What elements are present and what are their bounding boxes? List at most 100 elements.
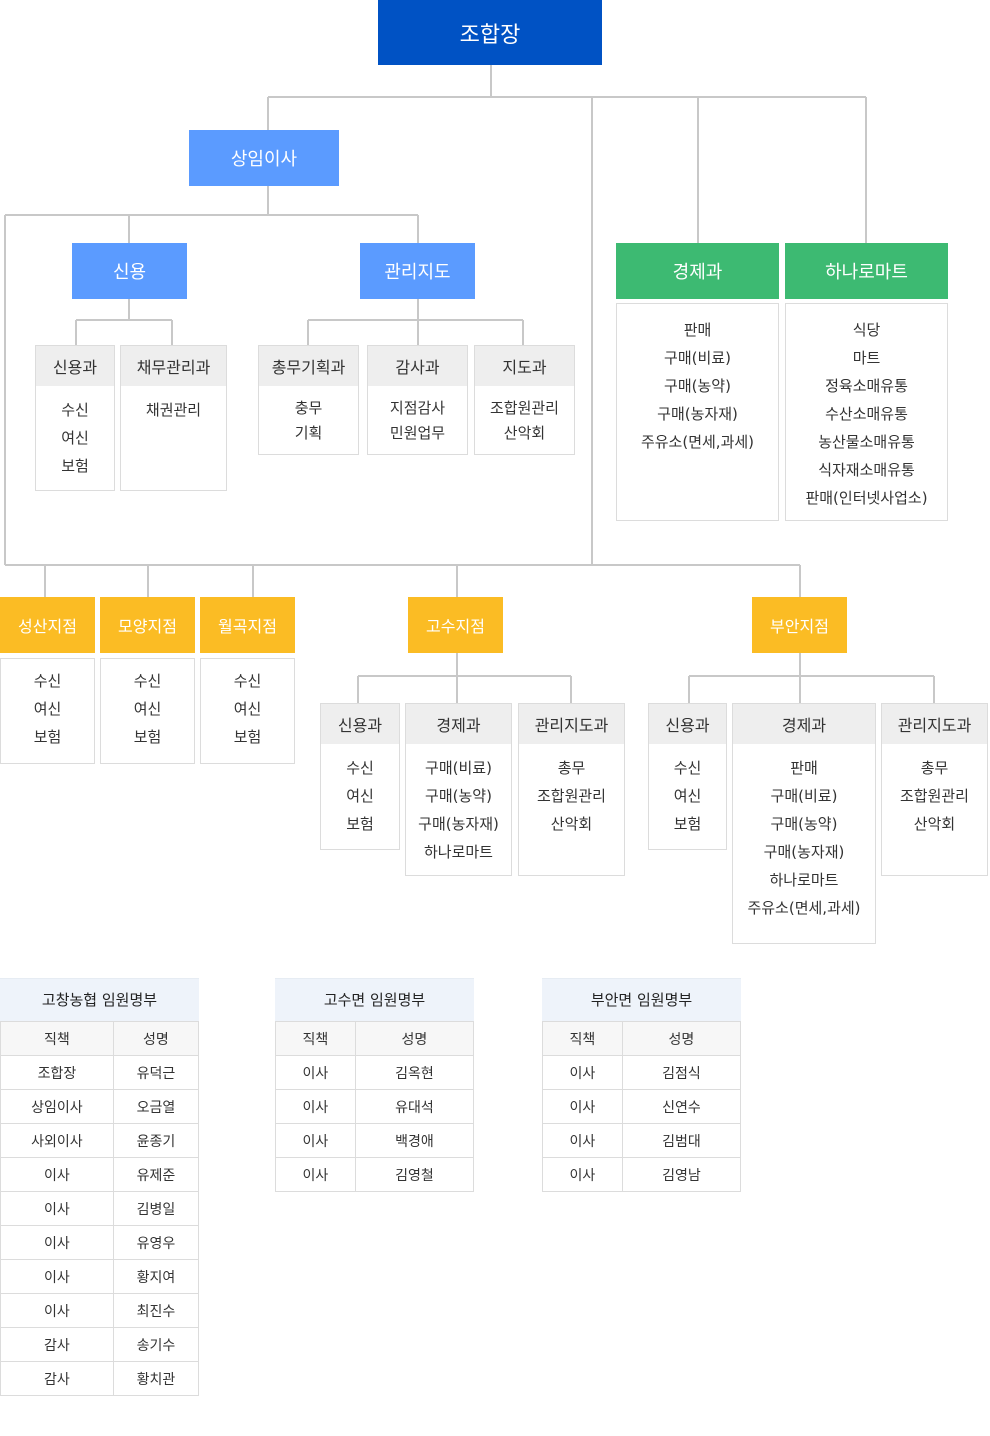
list-item: 주유소(면세,과세) bbox=[747, 899, 861, 917]
table-cell: 윤종기 bbox=[112, 1123, 200, 1158]
table-cell: 송기수 bbox=[112, 1327, 200, 1362]
hanaro-node: 하나로마트 bbox=[785, 243, 948, 299]
list-item: 산악회 bbox=[503, 424, 546, 442]
list-item: 총무 bbox=[920, 759, 949, 777]
economy-node: 경제과 bbox=[616, 243, 779, 299]
economy-label: 경제과 bbox=[672, 262, 723, 283]
branch-wolgok-items: 수신 여신 보험 bbox=[200, 658, 295, 764]
table-row: 감사 황치관 bbox=[0, 1361, 200, 1396]
head-node: 조합장 bbox=[378, 0, 602, 65]
credit-label: 신용 bbox=[112, 262, 147, 283]
table-cell: 백경애 bbox=[354, 1123, 475, 1158]
list-item: 여신 bbox=[346, 787, 374, 805]
hanaro-items: 식당 마트 정육소매유통 수산소매유통 농산물소매유통 식자재소매유통 판매(인… bbox=[786, 304, 947, 512]
table-row: 이사 김영철 bbox=[275, 1157, 475, 1192]
hanaro-items-box: 식당 마트 정육소매유통 수산소매유통 농산물소매유통 식자재소매유통 판매(인… bbox=[785, 303, 948, 521]
gosu-dept-credit: 신용과 수신 여신 보험 bbox=[320, 703, 400, 850]
list-item: 보험 bbox=[346, 815, 374, 833]
table-row: 이사 김병일 bbox=[0, 1191, 200, 1226]
table-row: 이사 김점식 bbox=[542, 1055, 742, 1090]
dept-items: 구매(비료) 구매(농약) 구매(농자재) 하나로마트 bbox=[406, 744, 511, 866]
table-row: 상임이사 오금열 bbox=[0, 1089, 200, 1124]
table-cell: 김영철 bbox=[354, 1157, 475, 1192]
table-row: 이사 신연수 bbox=[542, 1089, 742, 1124]
dept-items: 수신 여신 보험 bbox=[1, 659, 94, 751]
economy-items-box: 판매 구매(비료) 구매(농약) 구매(농자재) 주유소(면세,과세) bbox=[616, 303, 779, 521]
credit-node: 신용 bbox=[72, 243, 187, 299]
dept-title: 총무기획과 bbox=[259, 346, 358, 386]
list-item: 정육소매유통 bbox=[825, 377, 908, 395]
table-row: 이사 유제준 bbox=[0, 1157, 200, 1192]
list-item: 판매(인터넷사업소) bbox=[805, 489, 928, 507]
dept-items: 수신 여신 보험 bbox=[649, 744, 726, 838]
list-item: 충무 bbox=[294, 399, 323, 417]
table-header-row: 직책 성명 bbox=[542, 1021, 742, 1056]
dept-items: 수신 여신 보험 bbox=[101, 659, 194, 751]
table-cell: 이사 bbox=[0, 1225, 114, 1260]
list-item: 산악회 bbox=[550, 815, 593, 833]
table-row: 이사 황지여 bbox=[0, 1259, 200, 1294]
table-cell: 이사 bbox=[0, 1293, 114, 1328]
list-item: 하나로마트 bbox=[423, 843, 493, 861]
table-title: 고수면 임원명부 bbox=[275, 978, 474, 1021]
table-row: 이사 유영우 bbox=[0, 1225, 200, 1260]
dept-items: 채권관리 bbox=[121, 386, 226, 424]
dept-audit: 감사과 지점감사 민원업무 bbox=[367, 345, 468, 455]
branch-moyang-items: 수신 여신 보험 bbox=[100, 658, 195, 764]
list-item: 수신 bbox=[133, 672, 162, 690]
list-item: 구매(비료) bbox=[770, 787, 838, 805]
table-cell: 유대석 bbox=[354, 1089, 475, 1124]
table-cell: 김범대 bbox=[621, 1123, 742, 1158]
dept-title: 신용과 bbox=[36, 346, 114, 386]
dept-items: 수신 여신 보험 bbox=[321, 744, 399, 838]
standing-director-node: 상임이사 bbox=[189, 130, 339, 186]
table-header-row: 직책 성명 bbox=[275, 1021, 475, 1056]
dept-items: 판매 구매(비료) 구매(농약) 구매(농자재) 하나로마트 주유소(면세,과세… bbox=[733, 744, 875, 922]
list-item: 식당 bbox=[852, 321, 881, 339]
table-row: 이사 김영남 bbox=[542, 1157, 742, 1192]
dept-credit: 신용과 수신 여신 보험 bbox=[35, 345, 115, 491]
list-item: 보험 bbox=[61, 457, 89, 475]
hanaro-label: 하나로마트 bbox=[825, 262, 908, 283]
table-cell: 유제준 bbox=[112, 1157, 200, 1192]
dept-title: 관리지도과 bbox=[882, 704, 987, 744]
list-item: 보험 bbox=[33, 728, 62, 746]
branch-label: 부안지점 bbox=[770, 617, 829, 636]
list-item: 수신 bbox=[346, 759, 374, 777]
list-item: 구매(농약) bbox=[425, 787, 492, 805]
list-item: 채권관리 bbox=[145, 401, 202, 419]
list-item: 보험 bbox=[133, 728, 162, 746]
branch-buan: 부안지점 bbox=[752, 597, 847, 653]
dept-items: 수신 여신 보험 bbox=[201, 659, 294, 751]
list-item: 여신 bbox=[673, 787, 702, 805]
dept-title: 신용과 bbox=[321, 704, 399, 744]
table-cell: 이사 bbox=[0, 1191, 114, 1226]
table-row: 이사 최진수 bbox=[0, 1293, 200, 1328]
table-cell: 이사 bbox=[542, 1123, 623, 1158]
buan-dept-credit: 신용과 수신 여신 보험 bbox=[648, 703, 727, 850]
list-item: 식자재소매유통 bbox=[818, 461, 915, 479]
table-cell: 유영우 bbox=[112, 1225, 200, 1260]
table-header-row: 직책 성명 bbox=[0, 1021, 200, 1056]
management-node: 관리지도 bbox=[360, 243, 475, 299]
officer-table-gosu: 고수면 임원명부 직책 성명 이사 김옥현 이사 유대석 이사 백경애 이사 김영철 bbox=[275, 978, 475, 1192]
dept-title: 신용과 bbox=[649, 704, 726, 744]
table-cell: 감사 bbox=[0, 1327, 114, 1362]
table-cell: 이사 bbox=[275, 1089, 356, 1124]
table-cell: 김점식 bbox=[621, 1055, 742, 1090]
table-cell: 조합장 bbox=[0, 1055, 114, 1090]
buan-dept-management: 관리지도과 총무 조합원관리 산악회 bbox=[881, 703, 988, 876]
table-cell: 이사 bbox=[542, 1157, 623, 1192]
list-item: 판매 bbox=[683, 321, 712, 339]
economy-items: 판매 구매(비료) 구매(농약) 구매(농자재) 주유소(면세,과세) bbox=[617, 304, 778, 456]
column-header: 직책 bbox=[0, 1021, 114, 1056]
table-cell: 이사 bbox=[275, 1055, 356, 1090]
table-cell: 김옥현 bbox=[354, 1055, 475, 1090]
list-item: 구매(농약) bbox=[770, 815, 838, 833]
branch-seongsan: 성산지점 bbox=[0, 597, 95, 653]
dept-title: 관리지도과 bbox=[519, 704, 624, 744]
dept-items: 총무 조합원관리 산악회 bbox=[882, 744, 987, 838]
table-row: 조합장 유덕근 bbox=[0, 1055, 200, 1090]
branch-seongsan-items: 수신 여신 보험 bbox=[0, 658, 95, 764]
dept-guidance: 지도과 조합원관리 산악회 bbox=[474, 345, 575, 455]
